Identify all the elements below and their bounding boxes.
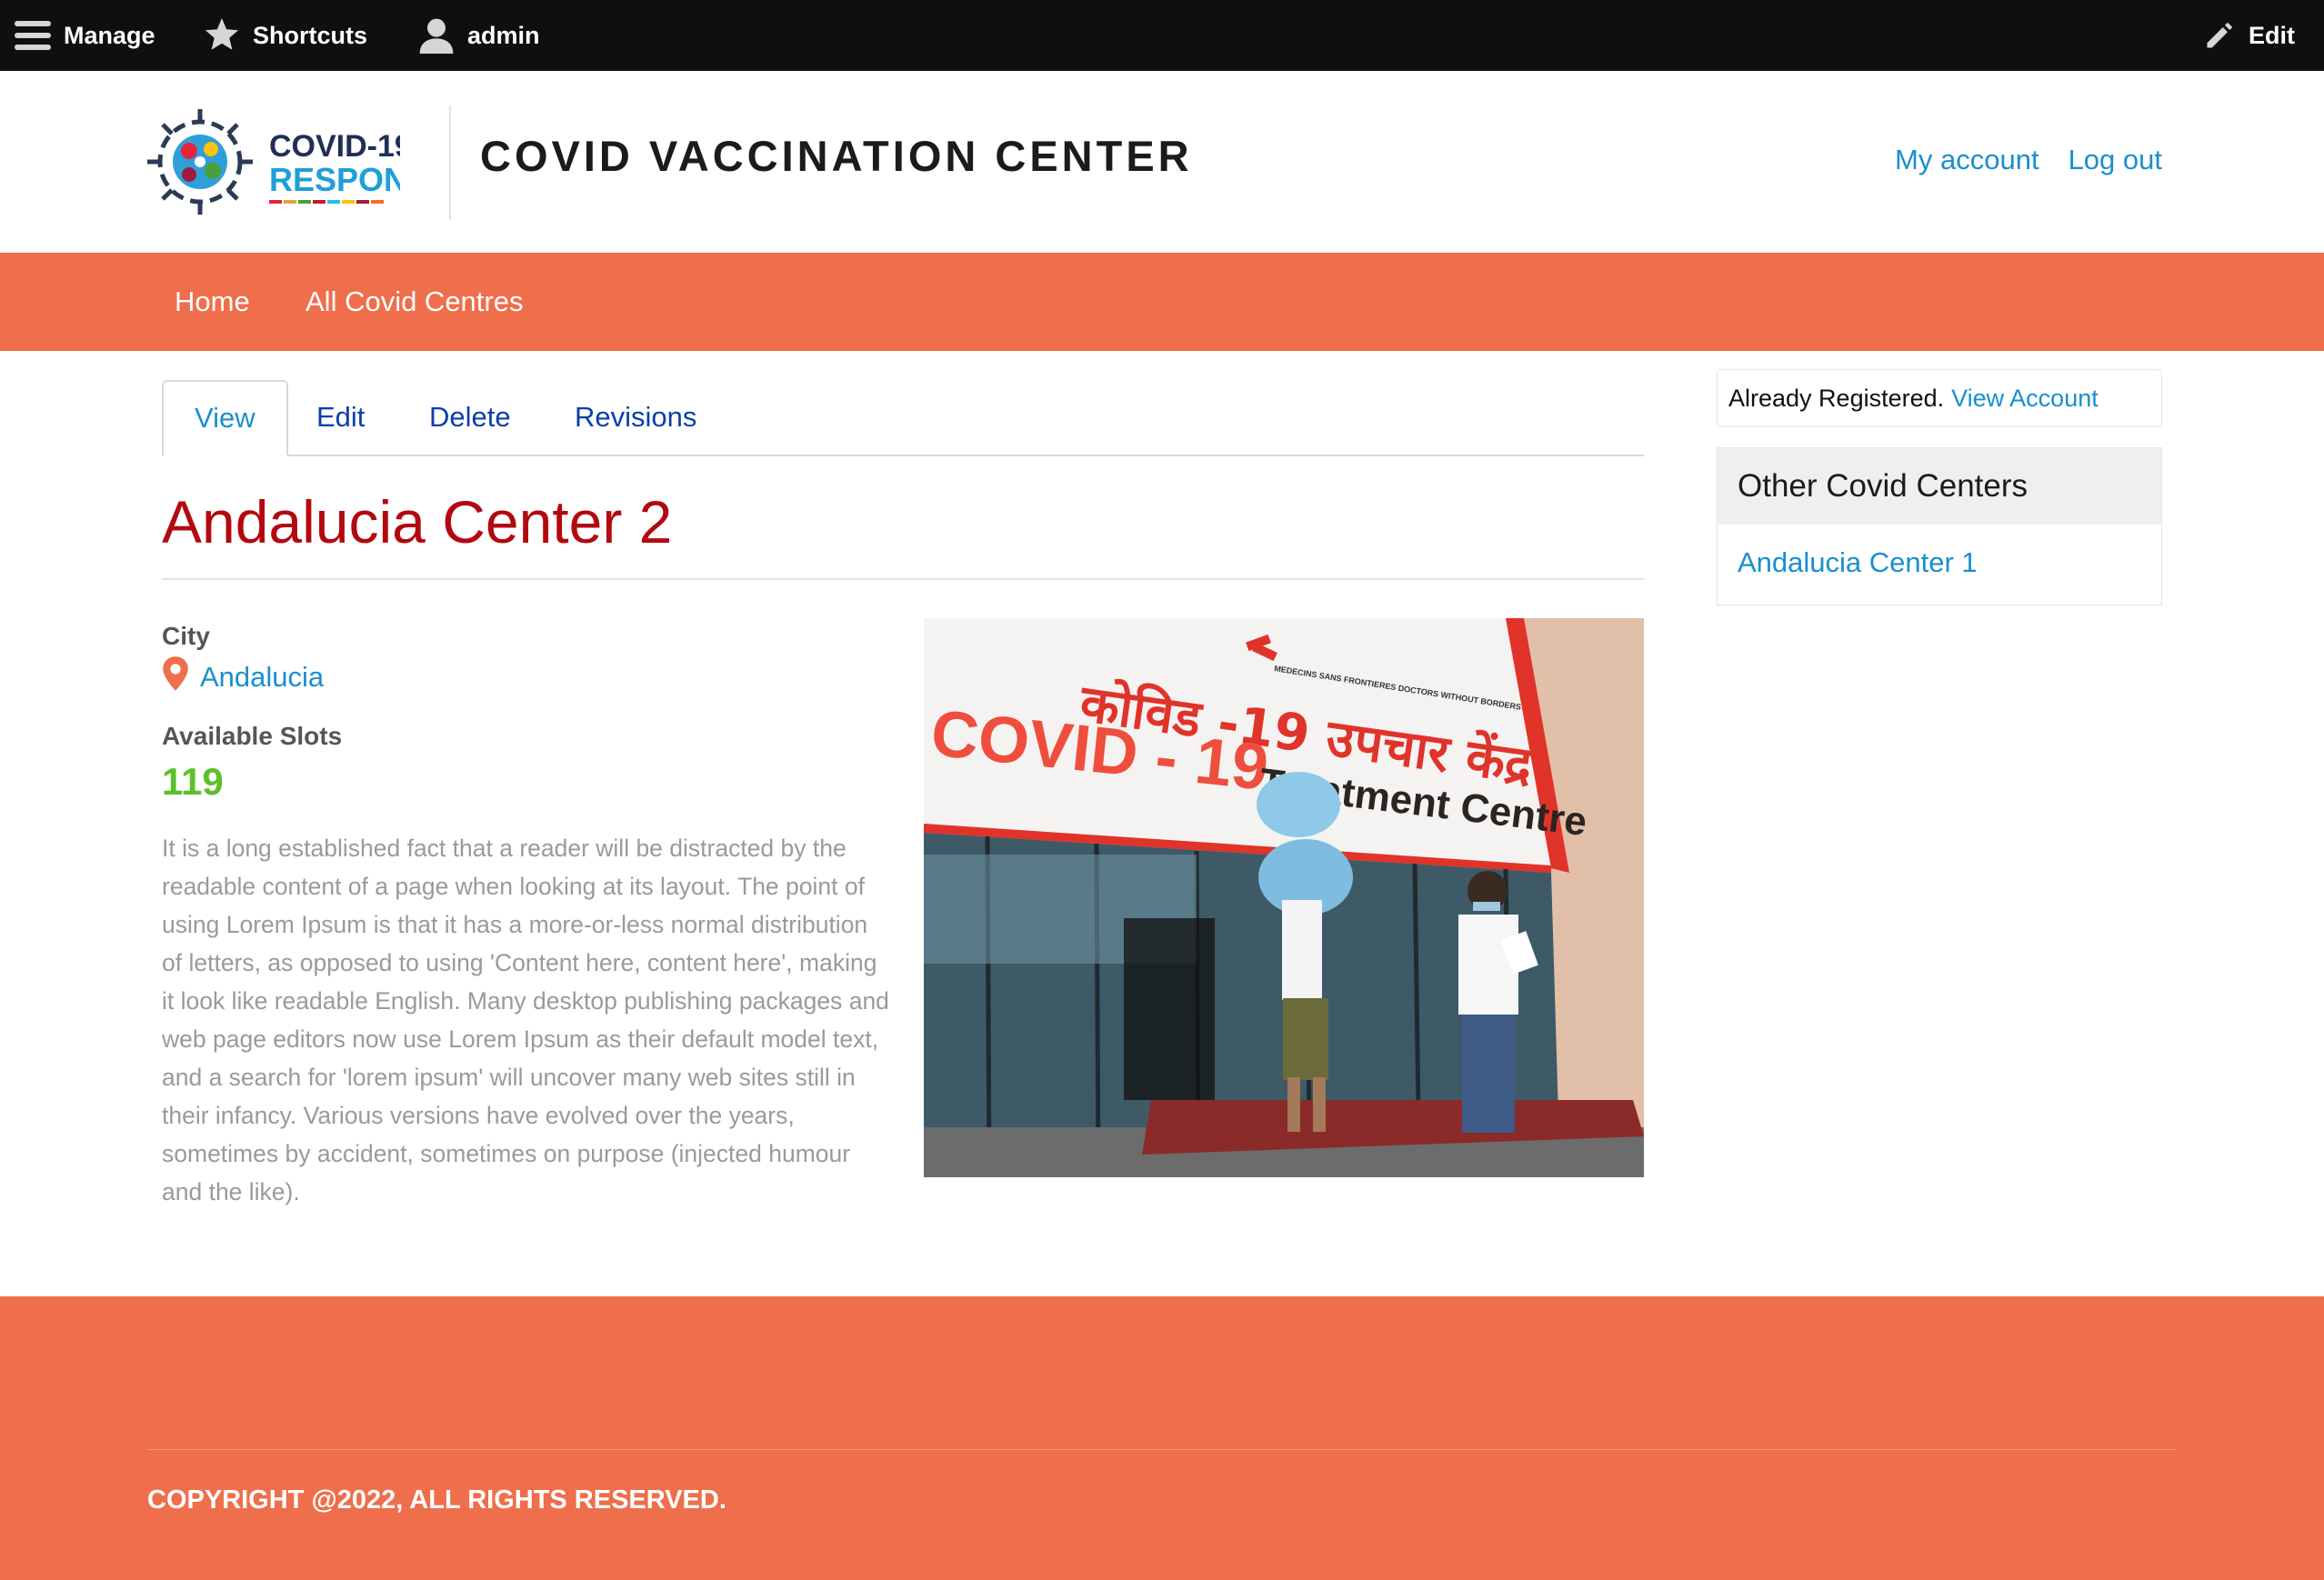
toolbar-user[interactable]: admin: [418, 0, 540, 71]
tab-delete[interactable]: Delete: [429, 380, 511, 455]
hamburger-icon: [15, 19, 51, 52]
logo-divider: [449, 105, 451, 220]
star-icon: [204, 18, 240, 53]
tab-edit[interactable]: Edit: [316, 380, 365, 455]
user-icon: [418, 17, 455, 54]
registration-status-box: Already Registered. View Account: [1717, 369, 2162, 427]
tab-view[interactable]: View: [162, 380, 288, 456]
toolbar-user-label: admin: [467, 21, 540, 49]
copyright-text: COPYRIGHT @2022, ALL RIGHTS RESERVED.: [147, 1485, 726, 1515]
my-account-link[interactable]: My account: [1895, 144, 2039, 176]
main-navigation: Home All Covid Centres: [0, 253, 2324, 351]
view-account-link[interactable]: View Account: [1951, 385, 2099, 413]
other-centers-title: Other Covid Centers: [1718, 448, 2161, 525]
local-tasks-tabs: View Edit Delete Revisions: [162, 380, 1644, 456]
available-slots-label: Available Slots: [162, 722, 343, 750]
nav-all-covid-centres[interactable]: All Covid Centres: [306, 285, 523, 318]
toolbar-shortcuts-label: Shortcuts: [253, 21, 368, 49]
logo-line1: COVID-19: [269, 129, 400, 164]
toolbar-manage[interactable]: Manage: [15, 0, 155, 71]
toolbar-manage-label: Manage: [64, 21, 155, 49]
site-header: COVID-19 RESPONSE COVID VACCINATION CENT…: [0, 71, 2324, 253]
page-title: Andalucia Center 2: [162, 488, 673, 555]
footer-divider: [147, 1449, 2177, 1450]
log-out-link[interactable]: Log out: [2069, 144, 2162, 176]
city-label: City: [162, 622, 210, 650]
user-account-menu: My account Log out: [1895, 144, 2162, 176]
tab-revisions[interactable]: Revisions: [575, 380, 696, 455]
other-centers-block: Other Covid Centers Andalucia Center 1: [1717, 447, 2162, 605]
pencil-icon: [2203, 19, 2236, 52]
city-link[interactable]: Andalucia: [200, 661, 324, 694]
site-footer: COPYRIGHT @2022, ALL RIGHTS RESERVED.: [0, 1296, 2324, 1580]
center-description: It is a long established fact that a rea…: [162, 835, 889, 1205]
site-title[interactable]: COVID VACCINATION CENTER: [480, 131, 1193, 181]
toolbar-shortcuts[interactable]: Shortcuts: [204, 0, 367, 71]
already-registered-text: Already Registered.: [1728, 384, 1945, 412]
title-divider: [162, 578, 1644, 580]
virus-globe-icon: [147, 109, 253, 215]
city-field: Andalucia: [162, 656, 324, 698]
available-slots-value: 119: [162, 760, 224, 803]
site-logo[interactable]: COVID-19 RESPONSE: [145, 105, 451, 219]
admin-toolbar: Manage Shortcuts admin Edit: [0, 0, 2324, 71]
map-pin-icon: [162, 656, 189, 698]
nav-home[interactable]: Home: [175, 285, 250, 318]
logo-line2: RESPONSE: [269, 161, 400, 198]
toolbar-edit[interactable]: Edit: [2203, 0, 2295, 71]
toolbar-edit-label: Edit: [2249, 21, 2295, 49]
other-center-link[interactable]: Andalucia Center 1: [1738, 546, 1978, 579]
center-photo: MEDECINS SANS FRONTIERES DOCTORS WITHOUT…: [924, 618, 1644, 1177]
